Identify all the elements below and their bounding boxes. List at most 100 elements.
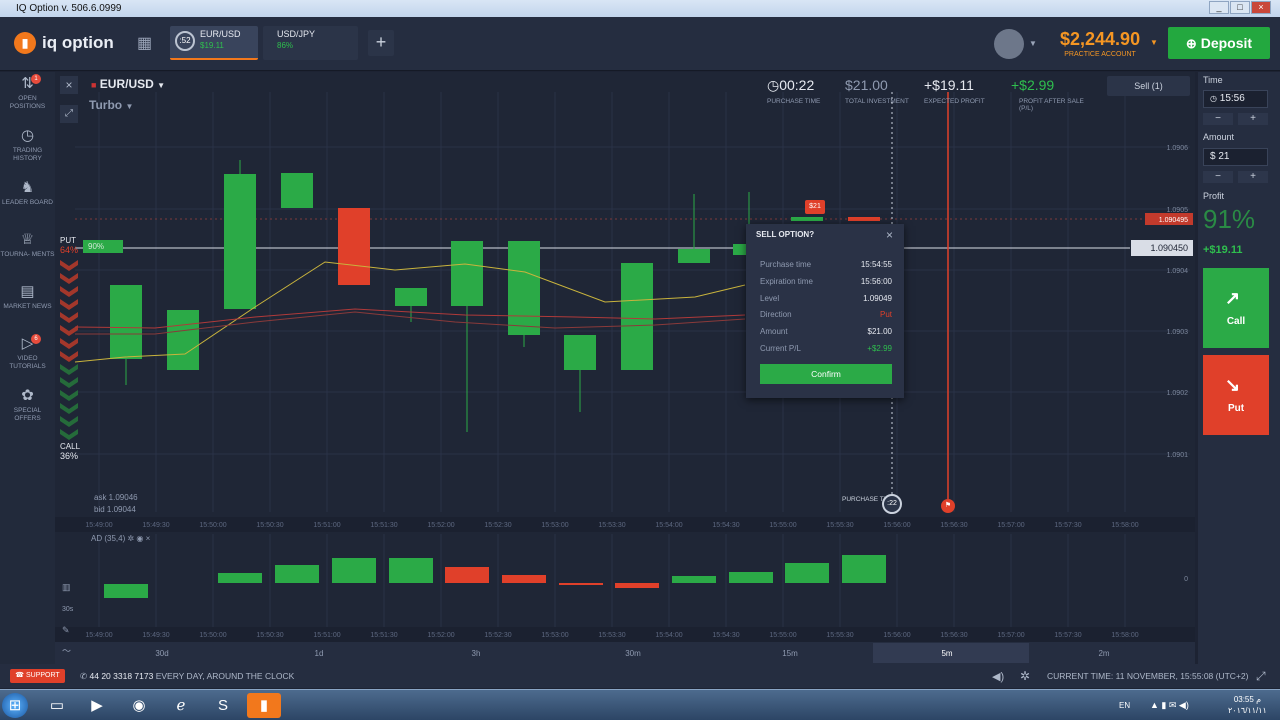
sidebar-item-tournaments[interactable]: ♕ TOURNA- MENTS	[0, 232, 55, 259]
period-option[interactable]: 30m	[625, 649, 641, 658]
period-option[interactable]: 3h	[472, 649, 481, 658]
chevron-down-icon[interactable]: ▼	[1029, 39, 1037, 48]
time-axis-label: 15:56:00	[883, 632, 910, 639]
time-input[interactable]: ◷ 15:56	[1203, 90, 1268, 108]
sentiment-chevron	[60, 299, 78, 310]
window-title: IQ Option v. 506.6.0999	[16, 3, 122, 14]
period-option[interactable]: 2m	[1098, 649, 1109, 658]
news-icon: ▤	[20, 283, 35, 300]
price-chart[interactable]: 1.0906 1.0905 1.090495 1.090450 1.0904 1.0903…	[55, 72, 1195, 664]
close-chart-icon[interactable]: ×	[60, 76, 78, 94]
period-option[interactable]: 30d	[155, 649, 168, 658]
total-investment-value: $21.00	[845, 77, 888, 93]
sentiment-chevron	[60, 403, 78, 414]
support-phone: ✆ 44 20 3318 7173 EVERY DAY, AROUND THE …	[80, 671, 294, 682]
skype-icon[interactable]: S	[206, 693, 240, 718]
tutorials-badge: 6	[31, 334, 41, 344]
confirm-button[interactable]: Confirm	[760, 364, 892, 384]
sidebar-item-market-news[interactable]: ▤ MARKET NEWS	[0, 284, 55, 311]
asset-name: EUR/USD	[200, 29, 241, 39]
time-axis-label: 15:54:00	[655, 522, 682, 529]
candle	[281, 173, 313, 208]
tray-icons[interactable]: ▲ ▮ ✉ ◀)	[1150, 700, 1189, 711]
add-asset-button[interactable]: +	[368, 30, 394, 56]
sidebar-item-leader-board[interactable]: ♞ LEADER BOARD	[0, 180, 55, 207]
chart-type-icon[interactable]: ▥	[62, 582, 71, 592]
support-button[interactable]: ☎ SUPPORT	[10, 669, 65, 683]
account-balance[interactable]: $2,244.90 PRACTICE ACCOUNT	[1060, 29, 1140, 58]
time-minus-button[interactable]: −	[1203, 113, 1233, 125]
time-plus-button[interactable]: +	[1238, 113, 1268, 125]
deposit-button[interactable]: ⊕ Deposit	[1168, 27, 1270, 59]
avatar[interactable]	[994, 29, 1024, 59]
row-amount: Amount $21.00	[760, 327, 892, 336]
settings-icon[interactable]: ✲	[127, 534, 134, 543]
pencil-icon[interactable]: ✎	[62, 625, 70, 635]
asset-selector[interactable]: ■ EUR/USD ▼	[91, 77, 165, 91]
explorer-icon[interactable]: ▭	[40, 693, 74, 718]
media-player-icon[interactable]: ▶	[80, 693, 114, 718]
sidebar-item-special-offers[interactable]: ✿ SPECIAL OFFERS	[0, 388, 55, 423]
expected-profit-label: EXPECTED PROFIT	[924, 98, 985, 105]
time-axis-label: 15:56:30	[940, 632, 967, 639]
logo-icon: ▮	[14, 32, 36, 54]
time-axis-label: 15:57:00	[997, 632, 1024, 639]
amount-plus-button[interactable]: +	[1238, 171, 1268, 183]
chart-tools: ▥ 30s ✎ 〜	[62, 577, 73, 662]
asset-profit: 86%	[277, 41, 294, 50]
left-sidebar: ⇅ 1 OPEN POSITIONS ◷ TRADING HISTORY ♞ LEADE…	[0, 72, 55, 664]
timeframe-small[interactable]: 30s	[62, 606, 73, 613]
asset-tab-usdjpy[interactable]: USD/JPY 86%	[263, 26, 358, 60]
mode-selector[interactable]: Turbo ▼	[89, 98, 133, 112]
iq-option-logo[interactable]: ▮ iq option	[14, 32, 114, 54]
sentiment-chevron	[60, 416, 78, 427]
put-button[interactable]: ↘ Put	[1203, 355, 1269, 435]
asset-tab-eurusd[interactable]: :52 EUR/USD $19.11	[170, 26, 258, 60]
sell-button[interactable]: Sell (1)	[1107, 76, 1190, 96]
time-axis-label: 15:58:00	[1111, 522, 1138, 529]
ie-icon[interactable]: ℯ	[164, 693, 198, 718]
fullscreen-icon[interactable]: ⤢	[1256, 669, 1266, 684]
time-axis-label: 15:51:00	[313, 632, 340, 639]
windows-taskbar: ⊞ ▭ ▶ ◉ ℯ S ▮ EN ▲ ▮ ✉ ◀) 03:55 م ٢٠١٦/١١…	[0, 689, 1280, 720]
support-label: SUPPORT	[25, 672, 60, 679]
maximize-button[interactable]: □	[1230, 1, 1250, 14]
period-option[interactable]: 1d	[315, 649, 324, 658]
close-indicator-icon[interactable]: ×	[146, 534, 151, 543]
minimize-button[interactable]: _	[1209, 1, 1229, 14]
chrome-icon[interactable]: ◉	[122, 693, 156, 718]
chevron-down-icon: ▼	[157, 81, 166, 90]
amount-input[interactable]: $ 21	[1203, 148, 1268, 166]
price-axis-label: 1.0906	[1167, 145, 1189, 152]
period-option[interactable]: 5m	[941, 649, 952, 658]
sidebar-item-open-positions[interactable]: ⇅ 1 OPEN POSITIONS	[0, 74, 55, 111]
time-axis-label: 15:55:00	[769, 522, 796, 529]
close-dialog-icon[interactable]: ×	[886, 228, 893, 242]
sidebar-item-trading-history[interactable]: ◷ TRADING HISTORY	[0, 128, 55, 163]
indicator-tool-icon[interactable]: 〜	[62, 646, 71, 656]
call-button[interactable]: ↗ Call	[1203, 268, 1269, 348]
time-axis-label: 15:55:30	[826, 632, 853, 639]
candle	[678, 249, 710, 263]
balance-chevron-icon[interactable]: ▼	[1150, 38, 1158, 47]
settings-gear-icon[interactable]: ✲	[1020, 669, 1030, 683]
put-label: PUT	[60, 236, 76, 245]
clock-time: 03:55 م	[1233, 695, 1262, 704]
sidebar-item-label: MARKET NEWS	[3, 303, 52, 310]
volume-icon[interactable]: ◀)	[992, 670, 1004, 683]
eye-icon[interactable]: ◉	[136, 534, 143, 543]
drawing-tool-icon[interactable]: ⤢	[60, 105, 78, 123]
start-button[interactable]: ⊞	[2, 693, 28, 718]
period-option[interactable]: 15m	[782, 649, 798, 658]
candle	[621, 263, 653, 370]
grid-menu-icon[interactable]: ▦	[137, 33, 155, 52]
language-indicator[interactable]: EN	[1119, 701, 1130, 710]
chart-area[interactable]: 1.0906 1.0905 1.090495 1.090450 1.0904 1.0903…	[55, 72, 1195, 664]
sidebar-item-video-tutorials[interactable]: ▷ 6 VIDEO TUTORIALS	[0, 334, 55, 371]
iqoption-app-icon[interactable]: ▮	[247, 693, 281, 718]
taskbar-clock[interactable]: 03:55 م ٢٠١٦/١١/١١	[1228, 694, 1267, 716]
amount-minus-button[interactable]: −	[1203, 171, 1233, 183]
purchase-time-value: 00:22	[779, 77, 815, 93]
price-axis-label: 1.0903	[1167, 329, 1189, 336]
close-window-button[interactable]: ×	[1251, 1, 1271, 14]
